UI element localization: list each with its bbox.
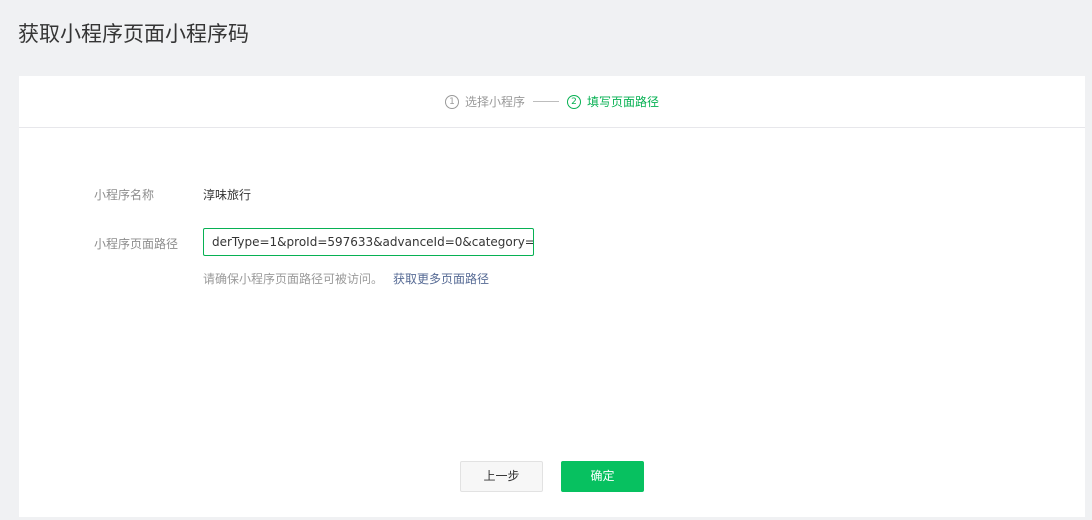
step-2-number: 2 xyxy=(567,94,581,109)
page-path-input[interactable]: derType=1&proId=597633&advanceId=0&categ… xyxy=(203,228,534,256)
confirm-button[interactable]: 确定 xyxy=(561,461,644,492)
path-hint-text: 请确保小程序页面路径可被访问。 xyxy=(203,272,384,286)
miniprogram-name-label: 小程序名称 xyxy=(94,188,155,202)
step-indicator: 1 选择小程序 2 填写页面路径 xyxy=(19,76,1085,128)
more-paths-link[interactable]: 获取更多页面路径 xyxy=(393,272,489,286)
step-2: 2 填写页面路径 xyxy=(567,93,659,110)
main-panel: 1 选择小程序 2 填写页面路径 小程序名称 淳味旅行 小程序页面路径 derT… xyxy=(19,76,1085,517)
step-1: 1 选择小程序 xyxy=(444,93,525,110)
step-1-label: 选择小程序 xyxy=(464,95,525,109)
page-path-label: 小程序页面路径 xyxy=(94,237,179,251)
path-hint: 请确保小程序页面路径可被访问。 获取更多页面路径 xyxy=(203,270,489,287)
step-2-label: 填写页面路径 xyxy=(587,95,660,109)
miniprogram-name-value: 淳味旅行 xyxy=(203,188,252,202)
step-divider xyxy=(533,101,559,102)
prev-step-button[interactable]: 上一步 xyxy=(460,461,543,492)
step-1-number: 1 xyxy=(444,94,459,109)
page-title: 获取小程序页面小程序码 xyxy=(18,22,249,46)
